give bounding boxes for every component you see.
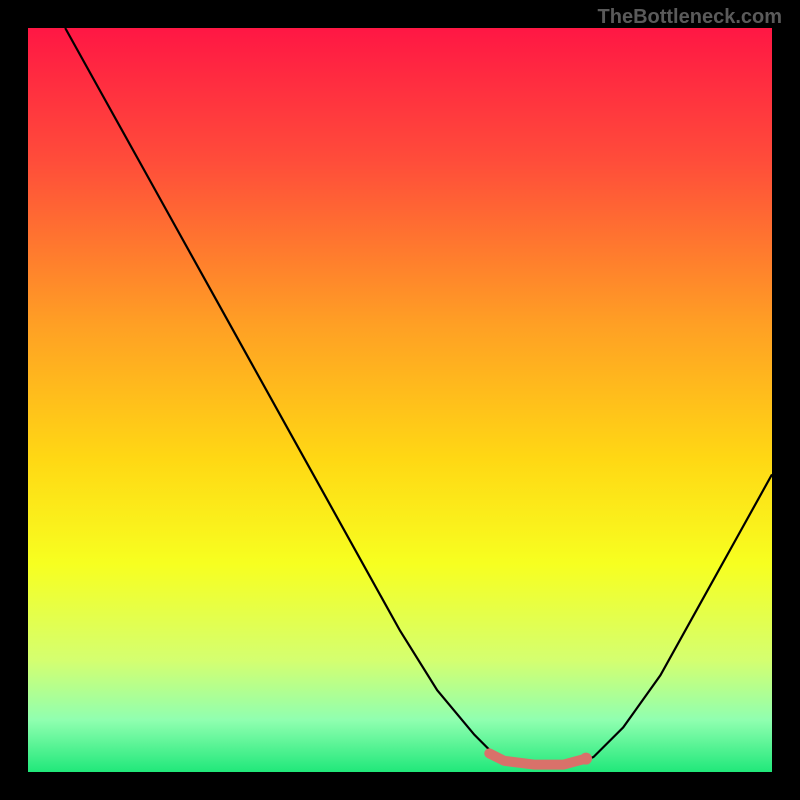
plot-area	[28, 28, 772, 772]
watermark-text: TheBottleneck.com	[598, 6, 782, 29]
chart-svg	[0, 0, 800, 800]
bottleneck-chart: TheBottleneck.com	[0, 0, 800, 800]
optimal-point-dot	[580, 753, 592, 765]
